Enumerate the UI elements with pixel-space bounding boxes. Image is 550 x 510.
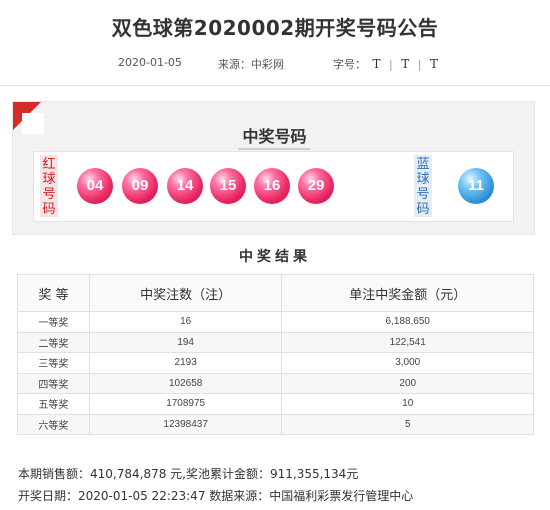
red-ball: 04 xyxy=(77,168,113,204)
prize-amount: 200 xyxy=(281,372,534,394)
table-row: 二等奖 194 122,541 xyxy=(17,331,534,353)
prize-table: 奖 等 中奖注数（注） 单注中奖金额（元） 一等奖 16 6,188,650 二… xyxy=(17,274,534,435)
column-header-amount: 单注中奖金额（元） xyxy=(281,274,534,312)
ball-strip: 红球号码 04 09 14 15 16 29 蓝球号码 11 xyxy=(33,151,514,222)
prize-amount: 10 xyxy=(281,393,534,415)
prize-amount: 6,188,650 xyxy=(281,311,534,333)
font-size-separator: | xyxy=(417,58,422,71)
font-size-switcher: 字号： T | T | T xyxy=(333,56,441,72)
prize-level: 六等奖 xyxy=(17,413,90,435)
winner-count: 102658 xyxy=(88,372,283,394)
prize-level: 四等奖 xyxy=(17,372,90,394)
page-title: 双色球第2020002期开奖号码公告 xyxy=(111,16,439,40)
prize-amount: 122,541 xyxy=(281,331,534,353)
winner-count: 1708975 xyxy=(88,393,283,415)
table-row: 五等奖 1708975 10 xyxy=(17,393,534,415)
prize-amount: 5 xyxy=(281,413,534,435)
header-divider xyxy=(0,85,550,86)
font-size-separator: | xyxy=(389,58,393,71)
font-size-medium[interactable]: T xyxy=(401,57,409,71)
prize-amount: 3,000 xyxy=(281,352,534,374)
publish-date: 2020-01-05 xyxy=(118,56,182,69)
article-source: 来源：中彩网 xyxy=(218,58,284,71)
font-size-large[interactable]: T xyxy=(373,57,381,71)
prize-level: 五等奖 xyxy=(17,393,90,415)
red-ball: 15 xyxy=(210,168,246,204)
red-ball: 09 xyxy=(122,168,158,204)
red-ball-label: 红球号码 xyxy=(40,155,58,217)
font-size-label: 字号： xyxy=(333,58,366,71)
winner-count: 16 xyxy=(88,311,283,333)
results-title: 中奖结果 xyxy=(239,249,311,265)
prize-level: 一等奖 xyxy=(17,311,90,333)
blue-ball-label: 蓝球号码 xyxy=(414,155,432,217)
table-row: 一等奖 16 6,188,650 xyxy=(17,311,534,333)
prize-level: 二等奖 xyxy=(17,331,90,353)
panel-title: 中奖号码 xyxy=(242,127,307,146)
red-ball: 29 xyxy=(298,168,334,204)
red-ball: 16 xyxy=(254,168,290,204)
red-ball: 14 xyxy=(167,168,203,204)
winner-count: 12398437 xyxy=(88,413,283,435)
sales-summary: 本期销售额：410,784,878 元,奖池累计金额：911,355,134元 xyxy=(18,467,359,481)
prize-level: 三等奖 xyxy=(17,352,90,374)
table-header-row: 奖 等 中奖注数（注） 单注中奖金额（元） xyxy=(17,274,534,312)
table-row: 四等奖 102658 200 xyxy=(17,372,534,394)
draw-info: 开奖日期：2020-01-05 22:23:47 数据来源：中国福利彩票发行管理… xyxy=(18,489,414,503)
font-size-small[interactable]: T xyxy=(430,57,438,71)
table-row: 六等奖 12398437 5 xyxy=(17,413,534,435)
table-row: 三等奖 2193 3,000 xyxy=(17,352,534,374)
winner-count: 194 xyxy=(88,331,283,353)
column-header-level: 奖 等 xyxy=(17,274,90,312)
blue-ball: 11 xyxy=(458,168,494,204)
panel-title-underline xyxy=(238,148,310,150)
column-header-winners: 中奖注数（注） xyxy=(88,274,283,312)
winning-numbers-panel: 中奖号码 红球号码 04 09 14 15 16 29 蓝球号码 11 xyxy=(12,101,535,235)
winner-count: 2193 xyxy=(88,352,283,374)
